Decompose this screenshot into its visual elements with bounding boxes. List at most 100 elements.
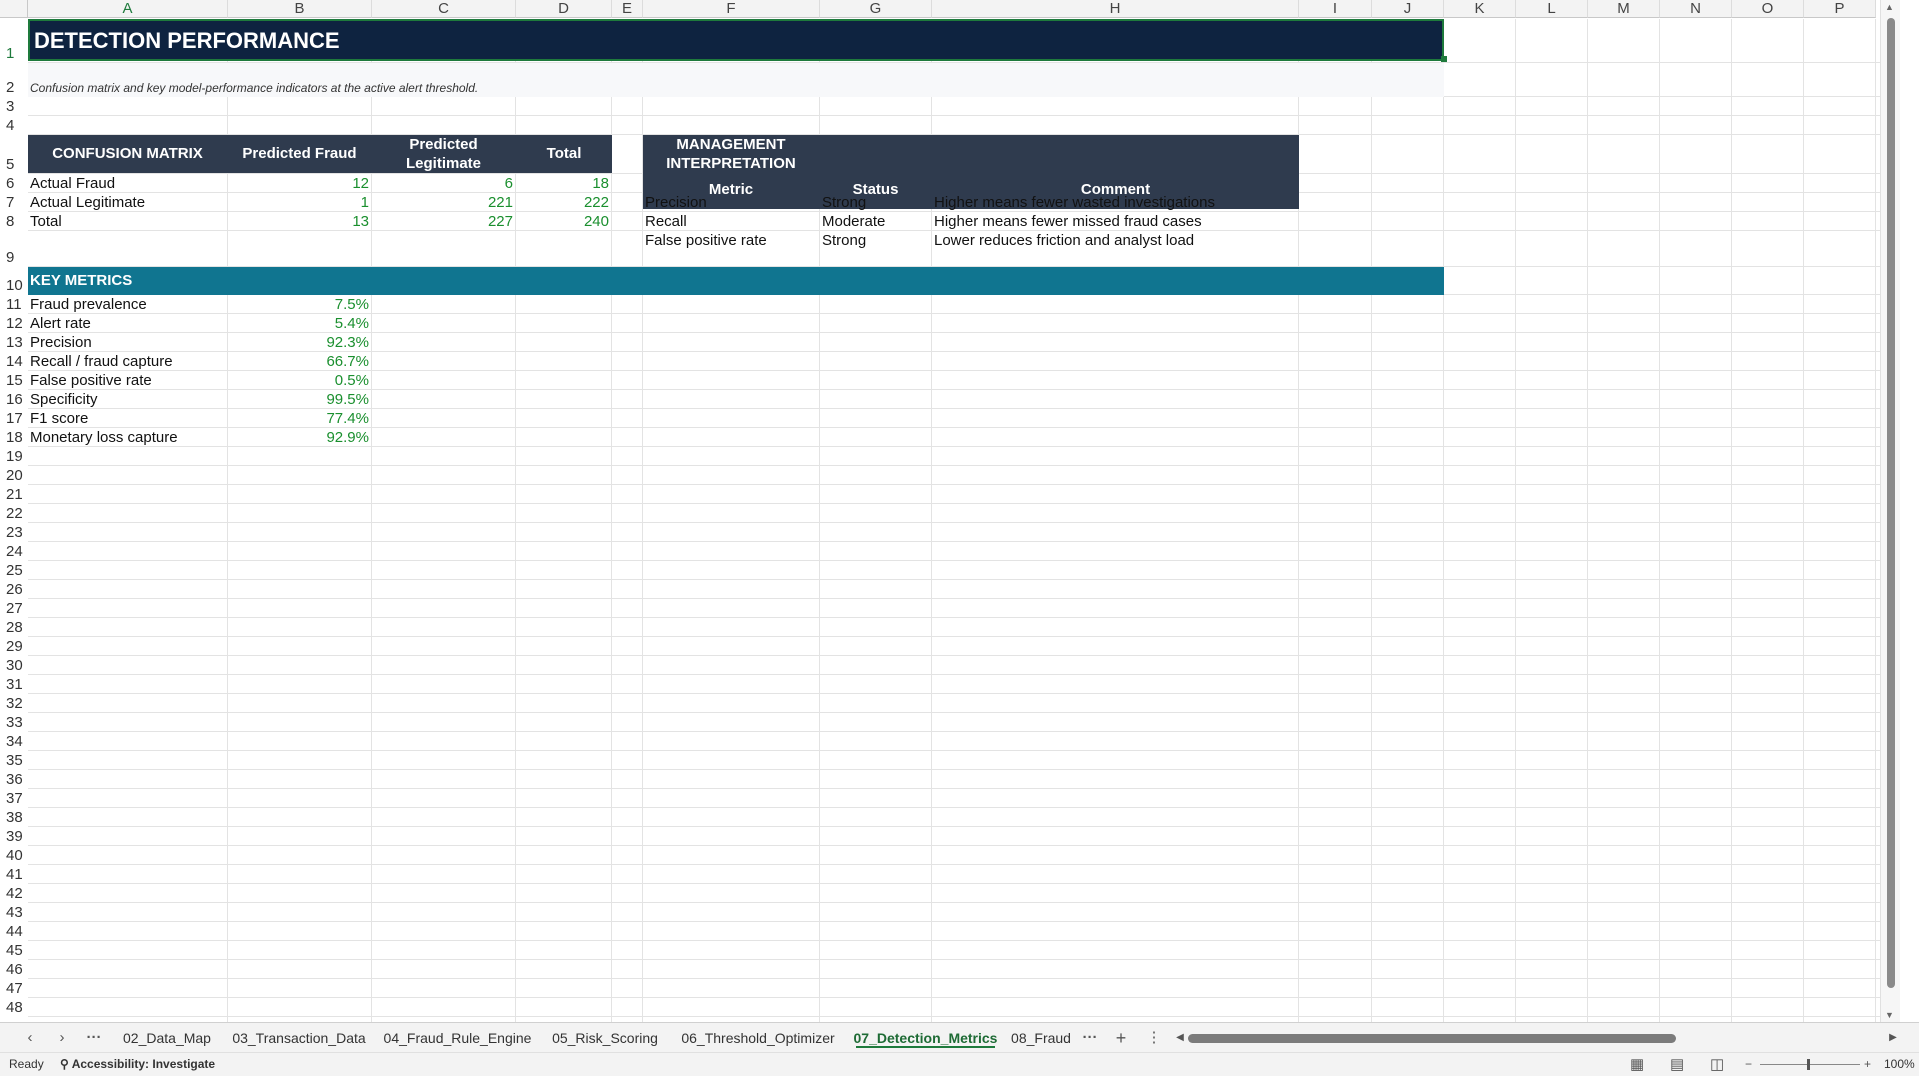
row-header-37[interactable]: 37 <box>0 789 28 808</box>
sheet-tab[interactable]: 03_Transaction_Data <box>225 1023 373 1053</box>
column-header-E[interactable]: E <box>612 0 643 18</box>
sheet-options-icon[interactable]: ⋮ <box>1142 1023 1166 1053</box>
select-all-corner[interactable] <box>0 0 28 18</box>
column-header-G[interactable]: G <box>820 0 932 18</box>
title-cell[interactable]: DETECTION PERFORMANCE <box>28 19 1444 61</box>
row-header-34[interactable]: 34 <box>0 732 28 751</box>
predicted-legitimate-value[interactable]: 221 <box>372 193 516 212</box>
predicted-fraud-value[interactable]: 13 <box>228 212 372 231</box>
subtitle-cell[interactable]: Confusion matrix and key model-performan… <box>28 63 1444 97</box>
total-value[interactable]: 18 <box>516 174 612 193</box>
row-header-4[interactable]: 4 <box>0 116 28 135</box>
more-sheets-left-icon[interactable]: ··· <box>82 1023 106 1053</box>
management-metric[interactable]: Precision <box>643 193 820 212</box>
row-header-23[interactable]: 23 <box>0 523 28 542</box>
sheet-tab[interactable]: 02_Data_Map <box>112 1023 222 1053</box>
key-metric-value[interactable]: 92.3% <box>228 333 372 352</box>
sheet-tab[interactable]: 06_Threshold_Optimizer <box>670 1023 846 1053</box>
row-header-22[interactable]: 22 <box>0 504 28 523</box>
scroll-up-icon[interactable]: ▲ <box>1885 2 1894 12</box>
column-header-C[interactable]: C <box>372 0 516 18</box>
key-metric-label[interactable]: Specificity <box>28 390 228 409</box>
zoom-slider-thumb[interactable] <box>1807 1059 1810 1070</box>
sheet-tab[interactable]: 07_Detection_Metrics <box>848 1023 1003 1053</box>
predicted-legitimate-value[interactable]: 6 <box>372 174 516 193</box>
row-header-27[interactable]: 27 <box>0 599 28 618</box>
zoom-level[interactable]: 100% <box>1884 1053 1915 1076</box>
fill-handle[interactable] <box>1441 56 1447 62</box>
row-header-30[interactable]: 30 <box>0 656 28 675</box>
horizontal-scroll-thumb[interactable] <box>1188 1034 1676 1043</box>
confusion-row-label[interactable]: Actual Fraud <box>28 174 228 193</box>
page-layout-icon[interactable]: ▤ <box>1670 1053 1684 1076</box>
row-header-11[interactable]: 11 <box>0 295 28 314</box>
vertical-scroll-thumb[interactable] <box>1887 18 1895 988</box>
management-metric[interactable]: False positive rate <box>643 231 820 250</box>
row-header-2[interactable]: 2 <box>0 63 28 97</box>
column-header-D[interactable]: D <box>516 0 612 18</box>
row-header-36[interactable]: 36 <box>0 770 28 789</box>
row-header-44[interactable]: 44 <box>0 922 28 941</box>
row-header-48[interactable]: 48 <box>0 998 28 1017</box>
row-header-38[interactable]: 38 <box>0 808 28 827</box>
key-metric-value[interactable]: 7.5% <box>228 295 372 314</box>
total-value[interactable]: 222 <box>516 193 612 212</box>
row-header-10[interactable]: 10 <box>0 267 28 295</box>
key-metric-value[interactable]: 92.9% <box>228 428 372 447</box>
column-header-K[interactable]: K <box>1444 0 1516 18</box>
row-header-45[interactable]: 45 <box>0 941 28 960</box>
key-metric-value[interactable]: 5.4% <box>228 314 372 333</box>
management-comment[interactable]: Higher means fewer wasted investigations <box>932 193 1299 212</box>
zoom-out-icon[interactable]: − <box>1745 1053 1752 1076</box>
key-metric-value[interactable]: 99.5% <box>228 390 372 409</box>
row-header-43[interactable]: 43 <box>0 903 28 922</box>
horizontal-scrollbar[interactable] <box>1185 1034 1890 1043</box>
row-header-8[interactable]: 8 <box>0 212 28 231</box>
column-header-M[interactable]: M <box>1588 0 1660 18</box>
key-metric-label[interactable]: Fraud prevalence <box>28 295 228 314</box>
row-header-24[interactable]: 24 <box>0 542 28 561</box>
normal-view-icon[interactable]: ▦ <box>1630 1053 1644 1076</box>
sheet-tab[interactable]: 04_Fraud_Rule_Engine <box>375 1023 540 1053</box>
next-sheet-icon[interactable]: › <box>50 1023 74 1053</box>
column-header-A[interactable]: A <box>28 0 228 18</box>
more-sheets-right-icon[interactable]: ··· <box>1078 1023 1102 1053</box>
row-header-19[interactable]: 19 <box>0 447 28 466</box>
predicted-fraud-value[interactable]: 12 <box>228 174 372 193</box>
management-status[interactable]: Moderate <box>820 212 932 231</box>
sheet-tab[interactable]: 08_Fraud <box>1006 1023 1076 1053</box>
key-metric-value[interactable]: 66.7% <box>228 352 372 371</box>
row-header-5[interactable]: 5 <box>0 135 28 174</box>
spreadsheet-grid[interactable]: ABCDEFGHIJKLMNOP 1 2 3 4 5 6 7 8 9 10 11 12 13 14 15 16… <box>0 0 1900 1022</box>
prev-sheet-icon[interactable]: ‹ <box>18 1023 42 1053</box>
page-break-preview-icon[interactable]: ◫ <box>1710 1053 1724 1076</box>
column-header-B[interactable]: B <box>228 0 372 18</box>
row-header-46[interactable]: 46 <box>0 960 28 979</box>
row-header-17[interactable]: 17 <box>0 409 28 428</box>
column-header-P[interactable]: P <box>1804 0 1876 18</box>
row-header-12[interactable]: 12 <box>0 314 28 333</box>
row-header-15[interactable]: 15 <box>0 371 28 390</box>
column-header-N[interactable]: N <box>1660 0 1732 18</box>
column-header-J[interactable]: J <box>1372 0 1444 18</box>
management-status[interactable]: Strong <box>820 193 932 212</box>
row-header-20[interactable]: 20 <box>0 466 28 485</box>
row-header-6[interactable]: 6 <box>0 174 28 193</box>
predicted-fraud-value[interactable]: 1 <box>228 193 372 212</box>
row-header-31[interactable]: 31 <box>0 675 28 694</box>
row-header-18[interactable]: 18 <box>0 428 28 447</box>
row-header-40[interactable]: 40 <box>0 846 28 865</box>
key-metric-label[interactable]: Precision <box>28 333 228 352</box>
key-metric-label[interactable]: Recall / fraud capture <box>28 352 228 371</box>
sheet-tab[interactable]: 05_Risk_Scoring <box>542 1023 668 1053</box>
key-metric-label[interactable]: False positive rate <box>28 371 228 390</box>
row-header-28[interactable]: 28 <box>0 618 28 637</box>
scroll-down-icon[interactable]: ▼ <box>1885 1010 1894 1020</box>
key-metric-value[interactable]: 77.4% <box>228 409 372 428</box>
key-metric-value[interactable]: 0.5% <box>228 371 372 390</box>
management-comment[interactable]: Lower reduces friction and analyst load <box>932 231 1299 250</box>
key-metric-label[interactable]: Alert rate <box>28 314 228 333</box>
row-header-33[interactable]: 33 <box>0 713 28 732</box>
key-metric-label[interactable]: F1 score <box>28 409 228 428</box>
row-header-41[interactable]: 41 <box>0 865 28 884</box>
